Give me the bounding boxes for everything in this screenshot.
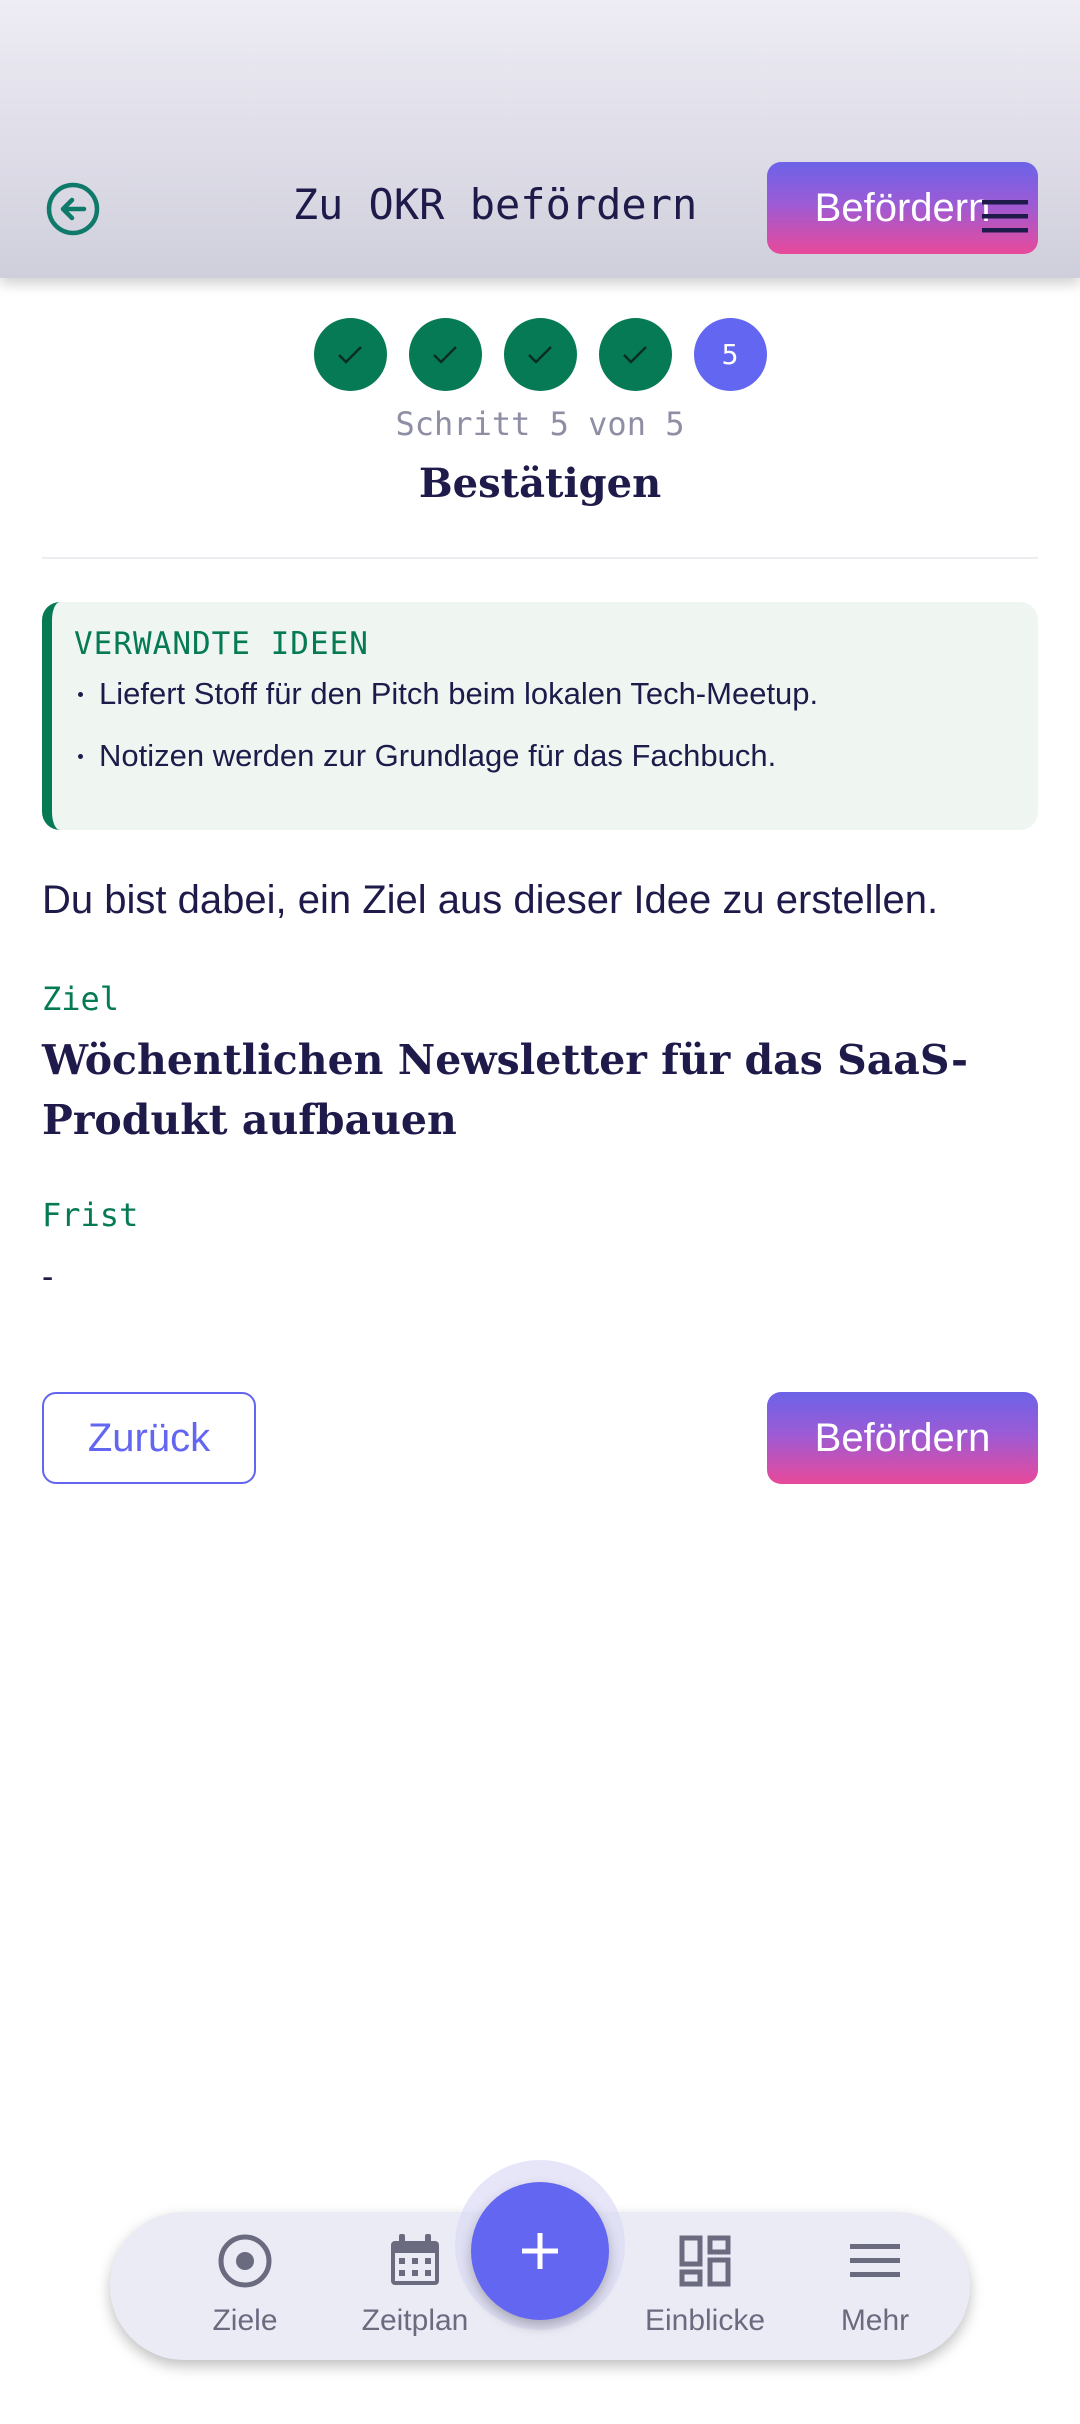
list-item: Liefert Stoff für den Pitch beim lokalen… [74, 676, 1038, 712]
promote-button[interactable]: Befördern [767, 1392, 1038, 1484]
bullet [78, 691, 83, 697]
plus-icon [522, 2233, 558, 2269]
step-2-complete [408, 318, 482, 391]
step-counter: Schritt 5 von 5 [395, 405, 685, 443]
hamburger-menu-icon[interactable] [980, 196, 1030, 236]
check-icon [338, 345, 362, 364]
goal-label: Ziel [42, 980, 120, 1018]
check-icon [528, 345, 552, 364]
goal-value: Wöchentlichen Newsletter für das SaaS-Pr… [42, 1036, 968, 1144]
list-item: Notizen werden zur Grundlage für das Fac… [74, 738, 1038, 774]
back-button[interactable]: Zurück [42, 1392, 256, 1484]
app-header: Zu OKR befördern Befördern [0, 0, 1080, 278]
intro-text: Du bist dabei, ein Ziel aus dieser Idee … [42, 878, 939, 922]
deadline-label: Frist [42, 1196, 139, 1234]
check-icon [623, 345, 647, 364]
step-title: Bestätigen [418, 460, 662, 507]
step-1-complete [313, 318, 387, 391]
nav-item-more[interactable]: Mehr [805, 2226, 945, 2338]
nav-item-insights[interactable]: Einblicke [635, 2226, 775, 2338]
related-ideas-label: VERWANDTE IDEEN [74, 626, 369, 662]
progress-stepper: 5 [0, 318, 1080, 391]
divider [42, 557, 1038, 559]
step-3-complete [503, 318, 577, 391]
add-button[interactable] [471, 2182, 609, 2320]
check-icon [433, 345, 457, 364]
related-ideas-card: VERWANDTE IDEEN Liefert Stoff für den Pi… [42, 602, 1038, 830]
dashboard-icon [635, 2226, 775, 2296]
step-5-current: 5 [693, 318, 767, 391]
deadline-value: - [42, 1258, 54, 1296]
step-4-complete [598, 318, 672, 391]
nav-item-goals[interactable]: Ziele [175, 2226, 315, 2338]
target-icon [175, 2226, 315, 2296]
bullet [78, 753, 83, 759]
menu-icon [805, 2226, 945, 2296]
